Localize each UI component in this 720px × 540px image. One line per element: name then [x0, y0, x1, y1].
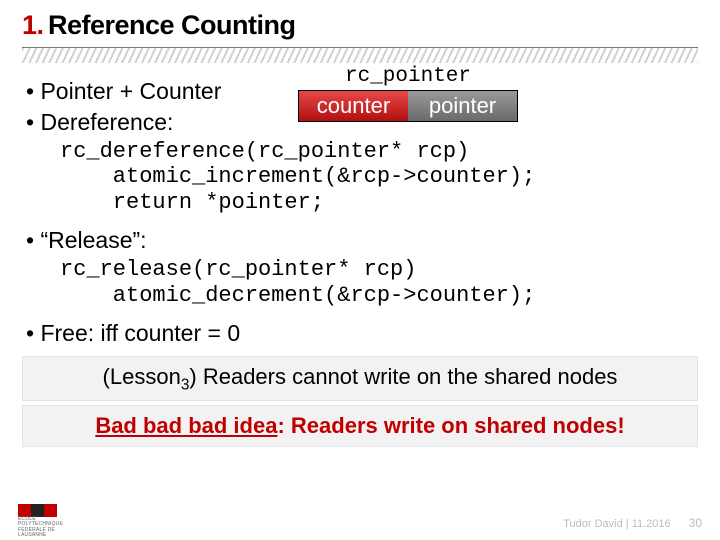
body: Pointer + Counter Dereference: rc_derefe… — [22, 77, 698, 447]
diagram-label: rc_pointer — [298, 65, 518, 88]
title-number: 1. — [22, 10, 44, 40]
slide-title: 1. Reference Counting — [22, 10, 698, 41]
lesson-box: (Lesson3) Readers cannot write on the sh… — [22, 356, 698, 402]
bad-idea-box: Bad bad bad idea: Readers write on share… — [22, 405, 698, 447]
lesson-suffix: ) — [189, 364, 196, 389]
lesson-text: Readers cannot write on the shared nodes — [197, 364, 618, 389]
code-dereference: rc_dereference(rc_pointer* rcp) atomic_i… — [60, 139, 698, 217]
lesson-prefix: (Lesson — [103, 364, 181, 389]
title-text: Reference Counting — [48, 10, 296, 40]
code-release: rc_release(rc_pointer* rcp) atomic_decre… — [60, 257, 698, 309]
bad-label: Bad bad bad idea — [95, 413, 277, 438]
footer-meta: Tudor David | 11.2016 — [563, 518, 670, 530]
bad-text: : Readers write on shared nodes! — [277, 413, 624, 438]
slide: 1. Reference Counting rc_pointer counter… — [0, 0, 720, 540]
rc-pointer-diagram: rc_pointer counter pointer — [298, 65, 518, 122]
epfl-logo: ÉCOLE POLYTECHNIQUEFÉDÉRALE DE LAUSANNE — [18, 504, 58, 530]
diagram-pointer-cell: pointer — [408, 91, 517, 121]
diagram-counter-cell: counter — [299, 91, 408, 121]
hatch-separator — [22, 47, 698, 63]
bullet-free: Free: iff counter = 0 — [22, 319, 698, 348]
page-number: 30 — [689, 516, 702, 530]
bullet-release-text: “Release”: — [40, 227, 146, 253]
footer: ÉCOLE POLYTECHNIQUEFÉDÉRALE DE LAUSANNE … — [18, 504, 702, 530]
diagram-box: counter pointer — [298, 90, 518, 122]
bullet-release: “Release”: — [22, 226, 698, 255]
